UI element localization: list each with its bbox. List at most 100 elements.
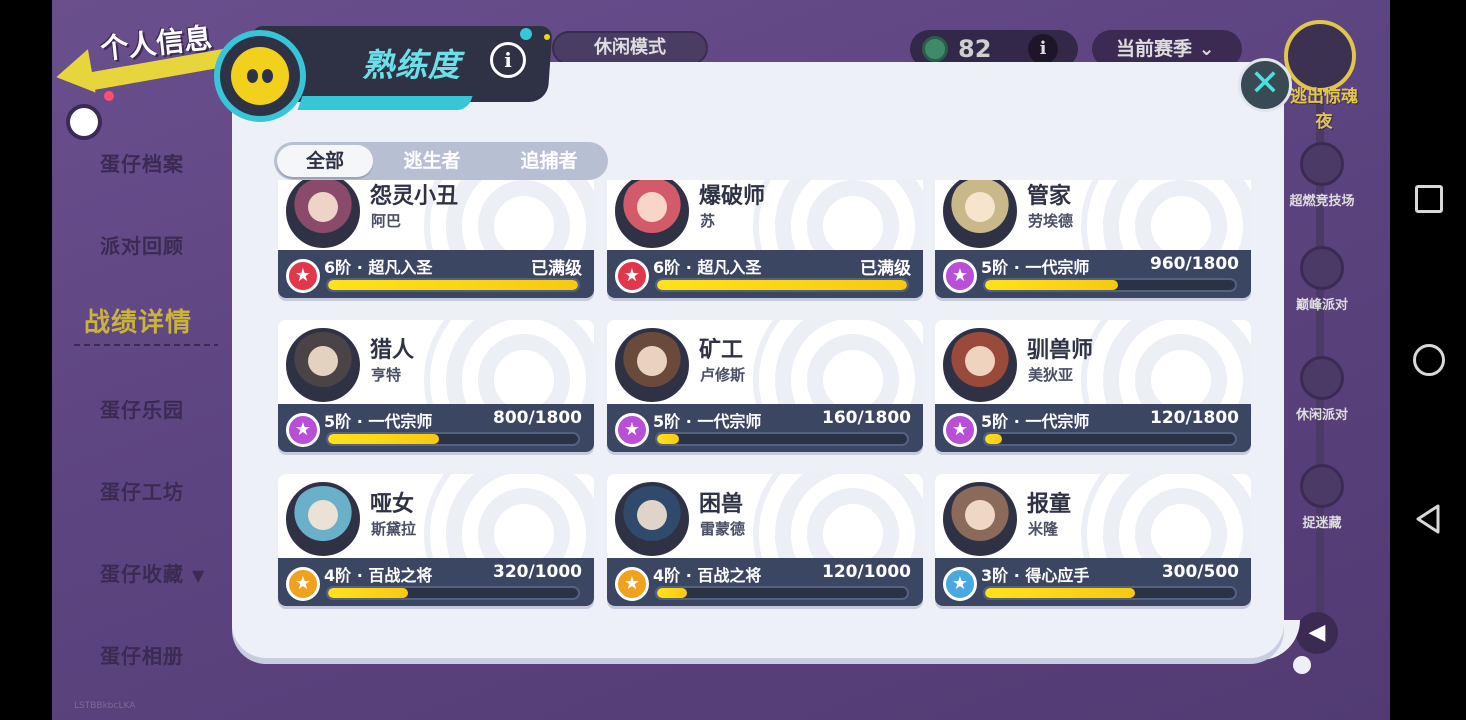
egg-face-icon <box>231 47 289 105</box>
info-icon[interactable]: i <box>490 42 526 78</box>
side-item-egg-collection[interactable]: 蛋仔收藏 ▼ <box>100 558 205 587</box>
rank-progress-value: 已满级 <box>531 259 582 279</box>
character-card[interactable]: 怨灵小丑阿巴 6阶 · 超凡入圣 已满级 <box>278 180 594 298</box>
collapse-arrow-icon[interactable]: ◀ <box>1296 612 1338 654</box>
rail-item-hide-seek[interactable]: 捉迷藏 <box>1282 464 1362 531</box>
chevron-down-icon: ⌄ <box>1198 38 1215 60</box>
rail-item-peak-party[interactable]: 巅峰派对 <box>1282 246 1362 313</box>
rank-label: 3阶 · 得心应手 <box>981 566 1090 585</box>
side-item-egg-workshop[interactable]: 蛋仔工坊 <box>100 476 184 505</box>
character-subtitle: 米隆 <box>1028 520 1059 538</box>
side-item-egg-profile[interactable]: 蛋仔档案 <box>100 148 184 177</box>
notification-dot <box>104 91 114 101</box>
card-footer: 4阶 · 百战之将 120/1000 <box>607 558 923 606</box>
character-subtitle: 苏 <box>700 212 716 230</box>
rail-item-casual-party[interactable]: 休闲派对 <box>1282 356 1362 423</box>
character-card[interactable]: 驯兽师美狄亚 5阶 · 一代宗师 120/1800 <box>935 320 1251 452</box>
watermark: LSTBBkbcLKA <box>74 701 136 711</box>
gem-icon <box>922 36 948 62</box>
eye-right <box>262 69 273 83</box>
progress-bar-fill <box>985 434 1002 444</box>
rank-badge-icon <box>615 259 649 293</box>
rail-item-label: 捉迷藏 <box>1302 516 1342 531</box>
coin-value: 82 <box>958 35 992 63</box>
mode-pill[interactable]: 休闲模式 <box>552 31 708 65</box>
character-card[interactable]: 困兽雷蒙德 4阶 · 百战之将 120/1000 <box>607 474 923 606</box>
character-subtitle: 卢修斯 <box>700 366 746 384</box>
back-nav-button[interactable] <box>1412 503 1442 534</box>
side-item-party-review[interactable]: 派对回顾 <box>100 230 184 259</box>
character-card[interactable]: 哑女斯黛拉 4阶 · 百战之将 320/1000 <box>278 474 594 606</box>
tab-all[interactable]: 全部 <box>277 145 373 177</box>
character-card[interactable]: 报童米隆 3阶 · 得心应手 300/500 <box>935 474 1251 606</box>
eye-left <box>247 69 258 83</box>
tab-hunter[interactable]: 追捕者 <box>491 145 607 177</box>
rank-label: 6阶 · 超凡入圣 <box>653 258 762 277</box>
card-footer: 3阶 · 得心应手 300/500 <box>935 558 1251 606</box>
rail-top-label: 逃出惊魂夜 <box>1290 87 1358 132</box>
character-card[interactable]: 矿工卢修斯 5阶 · 一代宗师 160/1800 <box>607 320 923 452</box>
side-item-egg-collection-label: 蛋仔收藏 <box>100 562 184 586</box>
card-footer: 6阶 · 超凡入圣 已满级 <box>278 250 594 298</box>
rank-label: 5阶 · 一代宗师 <box>981 258 1090 277</box>
character-name: 猎人 <box>370 338 415 363</box>
rank-label: 4阶 · 百战之将 <box>324 566 433 585</box>
rank-badge-icon <box>615 567 649 601</box>
rail-item-label: 超燃竞技场 <box>1289 194 1355 209</box>
side-item-battle-details[interactable]: 战绩详情 <box>84 302 192 339</box>
progress-bar-fill <box>328 588 408 598</box>
rank-progress-value: 120/1000 <box>821 562 911 582</box>
character-avatar <box>943 180 1017 248</box>
filter-tabs: 全部 逃生者 追捕者 <box>274 142 608 180</box>
rank-badge-icon <box>943 259 977 293</box>
rank-label: 5阶 · 一代宗师 <box>981 412 1090 431</box>
rank-progress-value: 300/500 <box>1161 562 1239 582</box>
character-card[interactable]: 管家劳埃德 5阶 · 一代宗师 960/1800 <box>935 180 1251 298</box>
tab-survivor[interactable]: 逃生者 <box>373 145 491 177</box>
card-footer: 5阶 · 一代宗师 960/1800 <box>935 250 1251 298</box>
progress-bar <box>655 586 909 600</box>
character-avatar <box>615 180 689 248</box>
back-arrow-icon <box>52 49 96 99</box>
character-avatar <box>943 482 1017 556</box>
card-footer: 6阶 · 超凡入圣 已满级 <box>607 250 923 298</box>
home-button[interactable] <box>1413 344 1445 376</box>
card-footer: 4阶 · 百战之将 320/1000 <box>278 558 594 606</box>
peak-party-icon <box>1300 246 1344 290</box>
casual-party-icon <box>1300 356 1344 400</box>
character-card[interactable]: 猎人亨特 5阶 · 一代宗师 800/1800 <box>278 320 594 452</box>
card-footer: 5阶 · 一代宗师 160/1800 <box>607 404 923 452</box>
character-avatar <box>615 482 689 556</box>
character-card[interactable]: 爆破师苏 6阶 · 超凡入圣 已满级 <box>607 180 923 298</box>
rank-badge-icon <box>286 259 320 293</box>
progress-bar <box>983 432 1237 446</box>
coin-info-icon[interactable]: i <box>1028 34 1058 64</box>
character-avatar <box>286 328 360 402</box>
character-subtitle: 斯黛拉 <box>371 520 417 538</box>
rail-item-arena[interactable]: 超燃竞技场 <box>1282 142 1362 209</box>
character-avatar <box>943 328 1017 402</box>
character-subtitle: 劳埃德 <box>1028 212 1074 230</box>
progress-bar <box>655 432 909 446</box>
progress-bar <box>326 432 580 446</box>
back-triangle-icon <box>1416 504 1440 534</box>
recents-button[interactable] <box>1415 185 1443 213</box>
character-subtitle: 雷蒙德 <box>700 520 746 538</box>
progress-bar <box>983 586 1237 600</box>
profile-avatar[interactable] <box>66 104 102 140</box>
character-name: 驯兽师 <box>1027 338 1094 363</box>
side-item-egg-park[interactable]: 蛋仔乐园 <box>100 394 184 423</box>
character-name: 报童 <box>1027 492 1072 517</box>
side-item-egg-album[interactable]: 蛋仔相册 <box>100 640 184 669</box>
decor-dot <box>520 28 532 40</box>
card-footer: 5阶 · 一代宗师 800/1800 <box>278 404 594 452</box>
panel-tail-dot <box>1293 656 1311 674</box>
character-avatar <box>286 180 360 248</box>
rank-progress-value: 800/1800 <box>492 408 582 428</box>
chevron-down-icon: ▼ <box>191 566 206 585</box>
panel-title: 熟练度 <box>362 46 462 84</box>
close-button[interactable]: ✕ <box>1238 58 1292 112</box>
progress-bar <box>655 278 909 292</box>
rank-badge-icon <box>943 567 977 601</box>
decor-dot <box>544 34 550 40</box>
